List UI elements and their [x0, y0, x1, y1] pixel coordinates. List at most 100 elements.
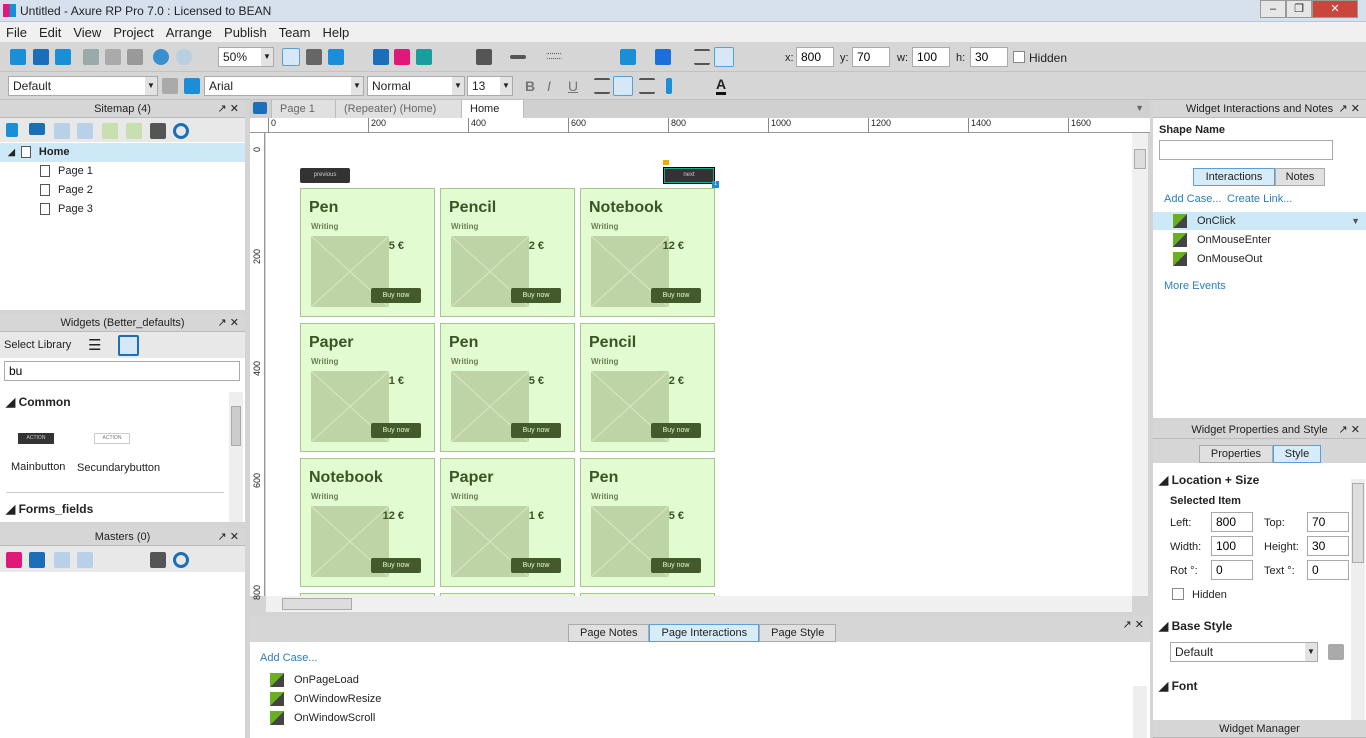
- tab-notes[interactable]: Notes: [1275, 168, 1325, 186]
- menu-icon[interactable]: ☰: [88, 336, 101, 354]
- menu-team[interactable]: Team: [273, 22, 317, 40]
- menu-edit[interactable]: Edit: [33, 22, 67, 40]
- close-icon[interactable]: ↗ ✕: [1339, 100, 1361, 118]
- outdent-icon[interactable]: [126, 123, 142, 139]
- connector-icon[interactable]: [328, 49, 344, 65]
- section-base-style[interactable]: ◢ Base Style: [1159, 619, 1232, 633]
- close-button[interactable]: ✕: [1312, 0, 1358, 18]
- minimize-button[interactable]: –: [1260, 0, 1286, 18]
- close-icon[interactable]: ↗ ✕: [218, 314, 240, 332]
- buy-now-button[interactable]: Buy now: [371, 423, 421, 438]
- buy-now-button[interactable]: Buy now: [511, 558, 561, 573]
- font-weight-select[interactable]: Normal: [372, 79, 411, 93]
- add-folder-icon[interactable]: [29, 123, 45, 135]
- preview-icon[interactable]: [373, 49, 389, 65]
- move-down-icon[interactable]: [77, 123, 93, 139]
- add-master-icon[interactable]: [6, 552, 22, 568]
- indent-icon[interactable]: [102, 123, 118, 139]
- buy-now-button[interactable]: Buy now: [651, 558, 701, 573]
- move-down-icon[interactable]: [77, 552, 93, 568]
- tabs-dropdown-icon[interactable]: ▼: [1135, 103, 1144, 113]
- close-icon[interactable]: ↗ ✕: [1123, 618, 1145, 631]
- buy-now-button[interactable]: Buy now: [511, 288, 561, 303]
- menu-file[interactable]: File: [0, 22, 33, 40]
- bold-button[interactable]: B: [525, 78, 535, 94]
- style-editor-icon[interactable]: [162, 78, 178, 94]
- move-up-icon[interactable]: [54, 552, 70, 568]
- zoom-select[interactable]: 50%: [223, 50, 247, 64]
- height-input[interactable]: [1307, 536, 1349, 556]
- menu-project[interactable]: Project: [107, 22, 159, 40]
- line-pattern-icon[interactable]: [546, 53, 562, 59]
- section-font[interactable]: ◢ Font: [1159, 679, 1198, 693]
- select-contained-icon[interactable]: [306, 49, 322, 65]
- text-rotation-input[interactable]: [1307, 560, 1349, 580]
- h-input[interactable]: [970, 47, 1008, 67]
- note-badge[interactable]: 1: [712, 181, 719, 188]
- italic-button[interactable]: I: [547, 78, 551, 94]
- sitemap-item-page3[interactable]: Page 3: [40, 200, 93, 219]
- buy-now-button[interactable]: Buy now: [371, 288, 421, 303]
- style-select[interactable]: Default: [13, 79, 51, 93]
- sitemap-item-home[interactable]: ◢ Home: [0, 143, 245, 162]
- publish-icon[interactable]: [394, 49, 410, 65]
- shadow-icon[interactable]: [655, 49, 671, 65]
- search-icon[interactable]: [173, 552, 189, 568]
- align-right-icon[interactable]: [639, 78, 655, 94]
- maximize-button[interactable]: ❐: [1286, 0, 1312, 18]
- search-icon[interactable]: [118, 335, 139, 356]
- copy-icon[interactable]: [105, 49, 121, 65]
- tab-page1[interactable]: Page 1 ✕: [272, 100, 336, 133]
- delete-icon[interactable]: [150, 123, 166, 139]
- select-intersected-icon[interactable]: [282, 48, 300, 66]
- close-icon[interactable]: ↗ ✕: [218, 100, 240, 118]
- generate-icon[interactable]: [416, 49, 432, 65]
- buy-now-button[interactable]: Buy now: [511, 423, 561, 438]
- event-onclick[interactable]: OnClick ▼: [1153, 212, 1366, 230]
- secundarybutton-thumb[interactable]: ACTION: [94, 433, 130, 444]
- font-select[interactable]: Arial: [209, 79, 233, 93]
- horizontal-scrollbar[interactable]: [266, 596, 1132, 612]
- close-icon[interactable]: ↗ ✕: [1339, 421, 1361, 439]
- close-icon[interactable]: ↗ ✕: [218, 528, 240, 546]
- x-input[interactable]: [796, 47, 834, 67]
- tab-repeater-home[interactable]: (Repeater) (Home) ✕: [336, 100, 462, 133]
- font-color-icon[interactable]: A: [716, 76, 727, 95]
- widget-search-input[interactable]: [4, 361, 240, 381]
- create-link-link[interactable]: Create Link...: [1227, 193, 1292, 205]
- align-left-icon[interactable]: [594, 78, 610, 94]
- buy-now-button[interactable]: Buy now: [371, 558, 421, 573]
- add-case-link[interactable]: Add Case...: [1164, 193, 1221, 205]
- mainbutton-thumb[interactable]: ACTION: [18, 433, 54, 444]
- shape-name-input[interactable]: [1159, 140, 1333, 160]
- fill-color-icon[interactable]: [620, 49, 636, 65]
- sitemap-toggle-icon[interactable]: [253, 102, 267, 114]
- scrollbar[interactable]: [1351, 479, 1365, 721]
- design-canvas[interactable]: previous next 1 Pen Writing 5 € Buy now P…: [266, 133, 1132, 596]
- y-input[interactable]: [852, 47, 890, 67]
- buy-now-button[interactable]: Buy now: [651, 423, 701, 438]
- line-weight-icon[interactable]: [510, 55, 526, 59]
- menu-arrange[interactable]: Arrange: [160, 22, 218, 40]
- format-painter-icon[interactable]: [184, 78, 200, 94]
- scrollbar[interactable]: [1133, 686, 1147, 738]
- add-page-icon[interactable]: [6, 123, 18, 137]
- align-top-icon[interactable]: [694, 49, 710, 65]
- sitemap-item-page2[interactable]: Page 2: [40, 181, 93, 200]
- tab-page-interactions[interactable]: Page Interactions: [649, 624, 760, 642]
- style-editor-icon[interactable]: [1328, 644, 1344, 660]
- tab-style[interactable]: Style: [1273, 445, 1321, 463]
- redo-icon[interactable]: [176, 49, 192, 65]
- vertical-scrollbar[interactable]: [1132, 133, 1148, 596]
- top-input[interactable]: [1307, 512, 1349, 532]
- undo-icon[interactable]: [153, 49, 169, 65]
- buy-now-button[interactable]: Buy now: [651, 288, 701, 303]
- section-forms-fields[interactable]: ◢ Forms_fields: [6, 502, 93, 516]
- event-onmouseenter[interactable]: OnMouseEnter: [1153, 231, 1271, 249]
- add-case-link[interactable]: Add Case...: [260, 652, 317, 664]
- sitemap-item-page1[interactable]: Page 1: [40, 162, 93, 181]
- hidden-checkbox[interactable]: [1013, 51, 1025, 63]
- w-input[interactable]: [912, 47, 950, 67]
- scrollbar[interactable]: [229, 392, 243, 522]
- open-icon[interactable]: [33, 49, 49, 65]
